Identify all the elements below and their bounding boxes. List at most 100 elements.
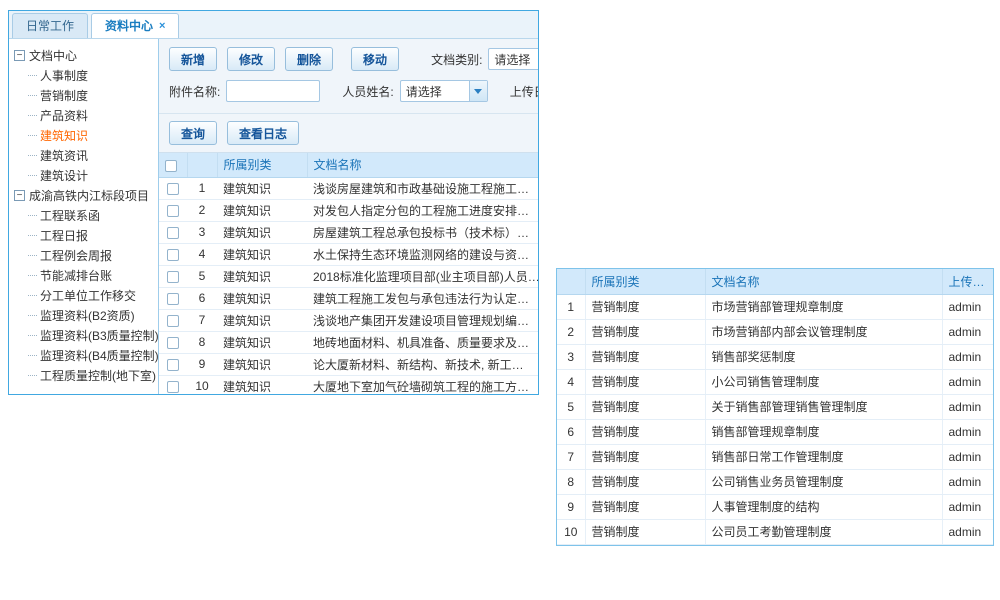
tree-connector-line <box>28 375 37 376</box>
tree-connector-line <box>28 355 37 356</box>
table-row[interactable]: 5建筑知识2018标准化监理项目部(业主项目部)人员… <box>159 265 538 287</box>
table-row[interactable]: 6营销制度销售部管理规章制度admin <box>557 419 993 444</box>
minus-box-icon[interactable]: − <box>14 50 25 61</box>
tree-connector-line <box>28 335 37 336</box>
table-row[interactable]: 3建筑知识房屋建筑工程总承包投标书（技术标）… <box>159 221 538 243</box>
table-row[interactable]: 3营销制度销售部奖惩制度admin <box>557 344 993 369</box>
tree-leaf-item[interactable]: 营销制度 <box>9 85 158 105</box>
attachment-name-label: 附件名称: <box>169 83 220 100</box>
tree-leaf-item[interactable]: 工程联系函 <box>9 205 158 225</box>
tree-leaf-item[interactable]: 工程例会周报 <box>9 245 158 265</box>
table-row[interactable]: 5营销制度关于销售部管理销售管理制度admin <box>557 394 993 419</box>
table-row[interactable]: 8营销制度公司销售业务员管理制度admin <box>557 469 993 494</box>
checkbox-cell <box>159 287 187 309</box>
select-all-checkbox[interactable] <box>165 160 177 172</box>
tab-daily-work[interactable]: 日常工作 <box>12 13 88 38</box>
tree-leaf-item[interactable]: 建筑资讯 <box>9 145 158 165</box>
table-row[interactable]: 6建筑知识建筑工程施工发包与承包违法行为认定… <box>159 287 538 309</box>
checkbox-cell <box>159 221 187 243</box>
tree-connector-line <box>28 235 37 236</box>
view-log-button[interactable]: 查看日志 <box>227 121 299 145</box>
tree-item-label: 分工单位工作移交 <box>40 287 136 304</box>
tree-leaf-item[interactable]: 监理资料(B2资质) <box>9 305 158 325</box>
table-row[interactable]: 4营销制度小公司销售管理制度admin <box>557 369 993 394</box>
move-button[interactable]: 移动 <box>351 47 399 71</box>
row-checkbox[interactable] <box>167 337 179 349</box>
row-checkbox[interactable] <box>167 183 179 195</box>
tree-item-label: 文档中心 <box>29 47 77 64</box>
row-checkbox[interactable] <box>167 293 179 305</box>
row-checkbox[interactable] <box>167 315 179 327</box>
doc-category-select[interactable]: 请选择 <box>488 48 538 70</box>
tree-branch-item[interactable]: −成渝高铁内江标段项目 <box>9 185 158 205</box>
minus-box-icon[interactable]: − <box>14 190 25 201</box>
uploader-cell: admin <box>942 444 993 469</box>
uploader-cell: admin <box>942 344 993 369</box>
tree-leaf-item[interactable]: 工程质量控制(地下室) <box>9 365 158 385</box>
uploader-cell: admin <box>942 294 993 319</box>
tab-close-icon[interactable]: × <box>159 20 165 32</box>
attachment-name-input[interactable] <box>226 80 320 102</box>
table-row[interactable]: 2营销制度市场营销部内部会议管理制度admin <box>557 319 993 344</box>
table-row[interactable]: 1营销制度市场营销部管理规章制度admin <box>557 294 993 319</box>
category-cell: 建筑知识 <box>217 265 307 287</box>
row-checkbox[interactable] <box>167 205 179 217</box>
checkbox-cell <box>159 353 187 375</box>
row-checkbox[interactable] <box>167 359 179 371</box>
add-button[interactable]: 新增 <box>169 47 217 71</box>
tree-leaf-item[interactable]: 人事制度 <box>9 65 158 85</box>
checkbox-cell <box>159 177 187 199</box>
tree-leaf-item[interactable]: 分工单位工作移交 <box>9 285 158 305</box>
action-toolbar: 查询 查看日志 <box>159 113 538 153</box>
table-row[interactable]: 7营销制度销售部日常工作管理制度admin <box>557 444 993 469</box>
select-all-header-cell <box>159 153 187 177</box>
table-row[interactable]: 10营销制度公司员工考勤管理制度admin <box>557 519 993 544</box>
tree-item-label: 产品资料 <box>40 107 88 124</box>
index-column-header <box>557 269 585 294</box>
row-index: 7 <box>557 444 585 469</box>
row-checkbox[interactable] <box>167 249 179 261</box>
tree-leaf-item[interactable]: 工程日报 <box>9 225 158 245</box>
row-checkbox[interactable] <box>167 271 179 283</box>
document-name-cell: 浅谈地产集团开发建设项目管理规划编… <box>307 309 538 331</box>
query-button[interactable]: 查询 <box>169 121 217 145</box>
table-row[interactable]: 9营销制度人事管理制度的结构admin <box>557 494 993 519</box>
tree-leaf-item[interactable]: 产品资料 <box>9 105 158 125</box>
tree-leaf-item[interactable]: 监理资料(B3质量控制) <box>9 325 158 345</box>
table-row[interactable]: 1建筑知识浅谈房屋建筑和市政基础设施工程施工… <box>159 177 538 199</box>
tab-bar: 日常工作 资料中心× <box>9 11 538 39</box>
row-index: 6 <box>187 287 217 309</box>
tree-connector-line <box>28 155 37 156</box>
tab-data-center[interactable]: 资料中心× <box>91 13 179 38</box>
name-column-header: 文档名称 <box>307 153 538 177</box>
row-checkbox[interactable] <box>167 381 179 393</box>
category-cell: 建筑知识 <box>217 375 307 394</box>
tree-connector-line <box>28 175 37 176</box>
desktop: 日常工作 资料中心× −文档中心人事制度营销制度产品资料建筑知识建筑资讯建筑设计… <box>0 0 1000 600</box>
uploader-cell: admin <box>942 419 993 444</box>
category-column-header: 所属别类 <box>585 269 705 294</box>
table-row[interactable]: 9建筑知识论大厦新材料、新结构、新技术, 新工… <box>159 353 538 375</box>
tree-connector-line <box>28 135 37 136</box>
person-name-select[interactable]: 请选择 <box>400 80 488 102</box>
category-cell: 营销制度 <box>585 419 705 444</box>
table-row[interactable]: 4建筑知识水土保持生态环境监测网络的建设与资… <box>159 243 538 265</box>
tree-leaf-item[interactable]: 建筑知识 <box>9 125 158 145</box>
checkbox-cell <box>159 265 187 287</box>
table-row[interactable]: 7建筑知识浅谈地产集团开发建设项目管理规划编… <box>159 309 538 331</box>
tree-leaf-item[interactable]: 监理资料(B4质量控制) <box>9 345 158 365</box>
table-row[interactable]: 10建筑知识大厦地下室加气砼墙砌筑工程的施工方… <box>159 375 538 394</box>
tree-branch-item[interactable]: −文档中心 <box>9 45 158 65</box>
delete-button[interactable]: 删除 <box>285 47 333 71</box>
edit-button[interactable]: 修改 <box>227 47 275 71</box>
document-name-cell: 2018标准化监理项目部(业主项目部)人员… <box>307 265 538 287</box>
row-checkbox[interactable] <box>167 227 179 239</box>
tree-item-label: 工程日报 <box>40 227 88 244</box>
index-column-header <box>187 153 217 177</box>
tree-leaf-item[interactable]: 建筑设计 <box>9 165 158 185</box>
table-row[interactable]: 2建筑知识对发包人指定分包的工程施工进度安排… <box>159 199 538 221</box>
table-row[interactable]: 8建筑知识地砖地面材料、机具准备、质量要求及… <box>159 331 538 353</box>
chevron-down-icon[interactable] <box>469 81 487 101</box>
tree-item-label: 监理资料(B3质量控制) <box>40 327 159 344</box>
tree-leaf-item[interactable]: 节能减排台账 <box>9 265 158 285</box>
